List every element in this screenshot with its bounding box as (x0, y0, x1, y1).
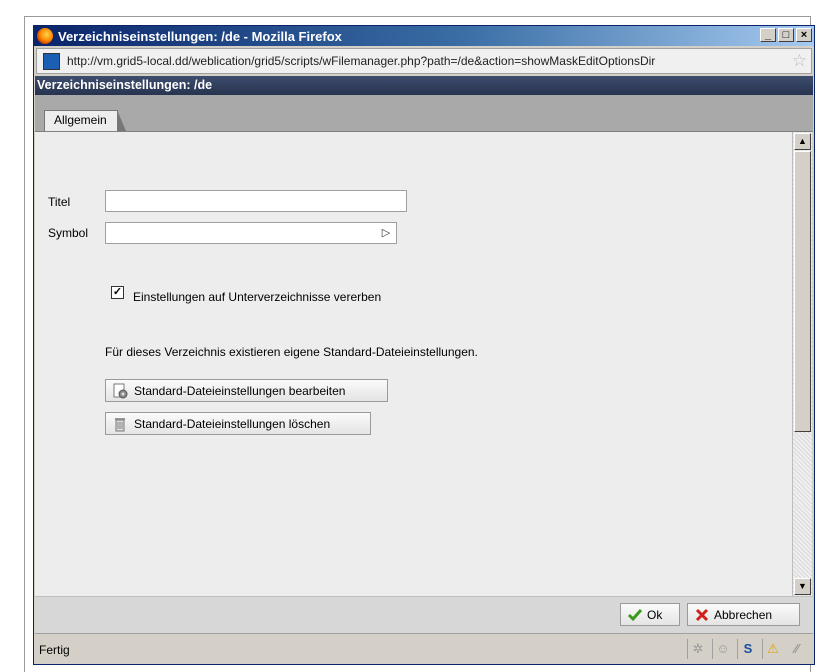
scroll-down-button[interactable]: ▼ (794, 578, 811, 595)
addon-icon[interactable]: ✲ (687, 639, 708, 659)
dialog-title: Verzeichniseinstellungen: /de (37, 78, 213, 92)
window-controls: _ □ × (760, 28, 812, 42)
status-bar: Fertig ✲ ☺ S ⚠ ⁄⁄ (35, 633, 813, 664)
scroll-thumb[interactable] (794, 151, 811, 432)
inherit-label: Einstellungen auf Unterverzeichnisse ver… (133, 290, 382, 304)
url-text: http://vm.grid5-local.dd/weblication/gri… (67, 54, 656, 68)
edit-defaults-button[interactable]: Standard-Dateieinstellungen bearbeiten (105, 379, 388, 402)
maximize-button[interactable]: □ (778, 28, 794, 42)
scroll-up-button[interactable]: ▲ (794, 133, 811, 150)
title-input[interactable] (105, 190, 407, 212)
cancel-x-icon (694, 607, 710, 623)
window-titlebar[interactable]: Verzeichniseinstellungen: /de - Mozilla … (34, 26, 814, 46)
dialog-footer: Ok Abbrechen (35, 596, 813, 633)
s-icon[interactable]: S (737, 639, 758, 659)
site-identity-icon[interactable] (43, 53, 60, 70)
close-button[interactable]: × (796, 28, 812, 42)
dialog-content: Titel Symbol ▷ ✓ Einstellungen auf Unter… (35, 132, 792, 596)
dialog-header: Verzeichniseinstellungen: /de (35, 76, 813, 95)
settings-file-icon (112, 383, 128, 399)
symbol-input[interactable]: ▷ (105, 222, 397, 244)
status-icons: ✲ ☺ S ⚠ ⁄⁄ (687, 639, 807, 659)
trash-icon (112, 416, 128, 432)
tab-strip: Allgemein (35, 95, 813, 132)
browser-popup-window: Verzeichniseinstellungen: /de - Mozilla … (33, 25, 815, 665)
status-text: Fertig (39, 643, 70, 657)
monkey-icon[interactable]: ☺ (712, 639, 733, 659)
info-text: Für dieses Verzeichnis existieren eigene… (105, 345, 478, 359)
bookmark-star-icon[interactable]: ☆ (792, 51, 807, 71)
cancel-button[interactable]: Abbrechen (687, 603, 800, 626)
symbol-picker-icon[interactable]: ▷ (377, 224, 395, 242)
warning-icon[interactable]: ⚠ (762, 639, 783, 659)
minimize-button[interactable]: _ (760, 28, 776, 42)
symbol-label: Symbol (48, 226, 89, 240)
firefox-icon (37, 28, 53, 44)
resize-grip-icon[interactable]: ⁄⁄ (787, 639, 807, 659)
ok-button[interactable]: Ok (620, 603, 680, 626)
vertical-scrollbar[interactable]: ▲ ▼ (792, 132, 812, 596)
address-bar[interactable]: http://vm.grid5-local.dd/weblication/gri… (36, 48, 812, 74)
title-label: Titel (48, 195, 71, 209)
checkmark-icon (627, 607, 643, 623)
inherit-checkbox[interactable]: ✓ (111, 286, 124, 299)
delete-defaults-button[interactable]: Standard-Dateieinstellungen löschen (105, 412, 371, 435)
tab-allgemein[interactable]: Allgemein (44, 110, 126, 131)
window-title: Verzeichniseinstellungen: /de - Mozilla … (58, 29, 342, 44)
